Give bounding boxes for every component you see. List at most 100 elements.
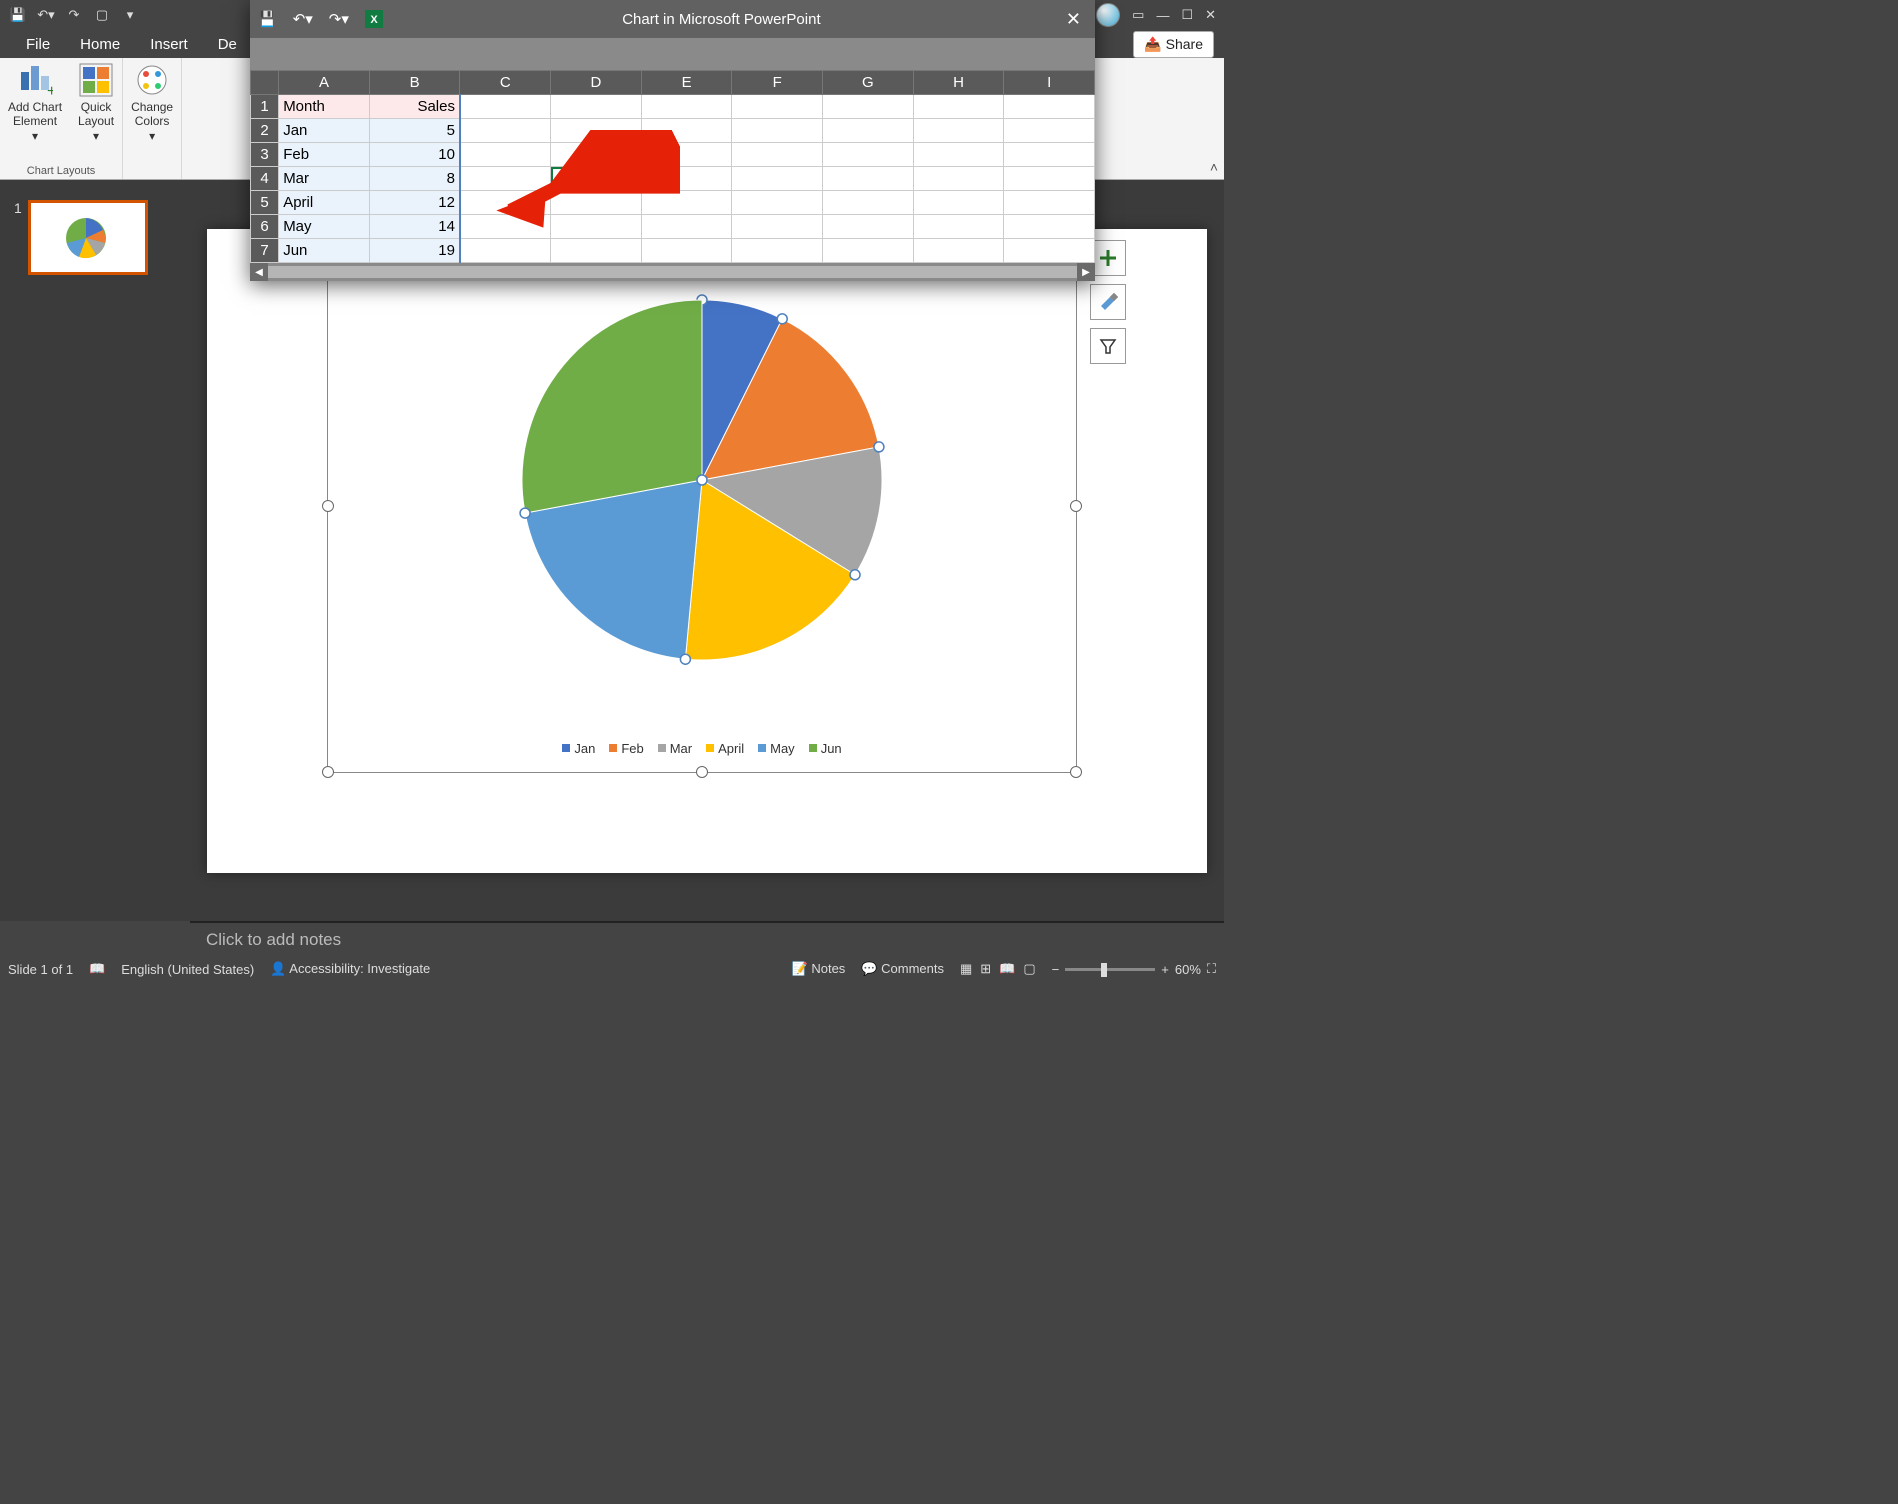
cell[interactable]: Sales [369, 95, 460, 119]
row-header[interactable]: 3 [251, 143, 279, 167]
scroll-left-icon[interactable]: ◀ [250, 263, 268, 281]
cell[interactable] [823, 143, 914, 167]
cell[interactable] [460, 215, 551, 239]
row-header[interactable]: 2 [251, 119, 279, 143]
cell[interactable] [732, 143, 823, 167]
zoom-in-icon[interactable]: + [1161, 962, 1169, 977]
cell[interactable] [641, 215, 732, 239]
pie-chart[interactable] [512, 290, 892, 675]
zoom-slider[interactable] [1065, 968, 1155, 971]
language-status[interactable]: English (United States) [121, 962, 254, 977]
save-icon[interactable]: 💾 [8, 5, 28, 25]
view-slideshow-icon[interactable]: ▢ [1023, 961, 1035, 977]
cell[interactable] [823, 191, 914, 215]
cell[interactable] [732, 167, 823, 191]
cell[interactable]: 5 [369, 119, 460, 143]
tab-insert[interactable]: Insert [144, 32, 194, 57]
row-header[interactable]: 7 [251, 239, 279, 263]
col-header[interactable]: I [1004, 71, 1095, 95]
cell[interactable] [732, 119, 823, 143]
notes-button[interactable]: 📝 Notes [792, 961, 846, 977]
cell[interactable] [823, 119, 914, 143]
maximize-icon[interactable]: ☐ [1181, 7, 1193, 23]
row-header[interactable]: 1 [251, 95, 279, 119]
cell[interactable]: 10 [369, 143, 460, 167]
cell[interactable] [641, 167, 732, 191]
datasheet-grid[interactable]: ABCDEFGHI1MonthSales2Jan53Feb104Mar85Apr… [250, 70, 1095, 263]
cell[interactable] [460, 191, 551, 215]
close-icon[interactable]: ✕ [1205, 7, 1216, 23]
cell[interactable] [913, 215, 1004, 239]
cell[interactable] [641, 95, 732, 119]
pie-slice-jun[interactable] [522, 300, 702, 513]
tab-home[interactable]: Home [74, 32, 126, 57]
qat-dropdown-icon[interactable]: ▾ [120, 5, 140, 25]
view-sorter-icon[interactable]: ⊞ [980, 961, 991, 977]
scroll-right-icon[interactable]: ▶ [1077, 263, 1095, 281]
cell[interactable] [1004, 143, 1095, 167]
cell[interactable] [732, 215, 823, 239]
spellcheck-icon[interactable]: 📖 [89, 961, 105, 977]
chart-object[interactable]: Sales Click to add subtitle Jan Feb Mar … [327, 239, 1077, 773]
chart-styles-button[interactable] [1090, 284, 1126, 320]
slide-count[interactable]: Slide 1 of 1 [8, 962, 73, 977]
collapse-ribbon-icon[interactable]: ˄ [1210, 159, 1218, 175]
cell[interactable]: Feb [279, 143, 370, 167]
cell[interactable]: Jan [279, 119, 370, 143]
cell[interactable]: May [279, 215, 370, 239]
undo-icon[interactable]: ↶▾ [36, 5, 56, 25]
cell[interactable] [551, 239, 642, 263]
ds-close-icon[interactable]: ✕ [1060, 9, 1087, 30]
ds-redo-icon[interactable]: ↷▾ [329, 10, 349, 28]
row-header[interactable]: 6 [251, 215, 279, 239]
ds-horizontal-scrollbar[interactable]: ◀ ▶ [250, 263, 1095, 281]
cell[interactable]: 8 [369, 167, 460, 191]
cell[interactable] [551, 167, 642, 191]
cell[interactable] [1004, 215, 1095, 239]
col-header[interactable]: G [823, 71, 914, 95]
redo-icon[interactable]: ↷ [64, 5, 84, 25]
cell[interactable] [641, 239, 732, 263]
view-reading-icon[interactable]: 📖 [999, 961, 1015, 977]
cell[interactable] [732, 239, 823, 263]
cell[interactable] [1004, 239, 1095, 263]
cell[interactable] [823, 215, 914, 239]
notes-pane[interactable]: Click to add notes [190, 921, 1224, 957]
cell[interactable]: 14 [369, 215, 460, 239]
accessibility-status[interactable]: 👤 Accessibility: Investigate [270, 961, 430, 977]
col-header[interactable]: B [369, 71, 460, 95]
chart-filters-button[interactable] [1090, 328, 1126, 364]
cell[interactable]: April [279, 191, 370, 215]
comments-button[interactable]: 💬 Comments [861, 961, 944, 977]
row-header[interactable]: 4 [251, 167, 279, 191]
cell[interactable] [913, 119, 1004, 143]
fit-window-icon[interactable]: ⛶ [1207, 961, 1216, 977]
avatar[interactable] [1096, 3, 1120, 27]
ds-undo-icon[interactable]: ↶▾ [293, 10, 313, 28]
col-header[interactable]: C [460, 71, 551, 95]
cell[interactable] [913, 191, 1004, 215]
cell[interactable]: Month [279, 95, 370, 119]
slide-thumbnail-1[interactable] [28, 200, 148, 275]
col-header[interactable]: D [551, 71, 642, 95]
cell[interactable] [460, 119, 551, 143]
change-colors-button[interactable]: Change Colors▾ [131, 62, 173, 143]
cell[interactable] [641, 191, 732, 215]
cell[interactable] [732, 95, 823, 119]
cell[interactable] [551, 215, 642, 239]
cell[interactable] [913, 143, 1004, 167]
cell[interactable] [460, 143, 551, 167]
cell[interactable] [551, 191, 642, 215]
cell[interactable] [823, 95, 914, 119]
cell[interactable] [913, 167, 1004, 191]
col-header[interactable]: H [913, 71, 1004, 95]
cell[interactable] [1004, 191, 1095, 215]
col-header[interactable]: A [279, 71, 370, 95]
cell[interactable] [732, 191, 823, 215]
cell[interactable]: Mar [279, 167, 370, 191]
cell[interactable] [913, 95, 1004, 119]
minimize-icon[interactable]: — [1156, 8, 1169, 23]
cell[interactable]: Jun [279, 239, 370, 263]
cell[interactable] [551, 143, 642, 167]
ribbon-display-icon[interactable]: ▭ [1132, 7, 1144, 23]
